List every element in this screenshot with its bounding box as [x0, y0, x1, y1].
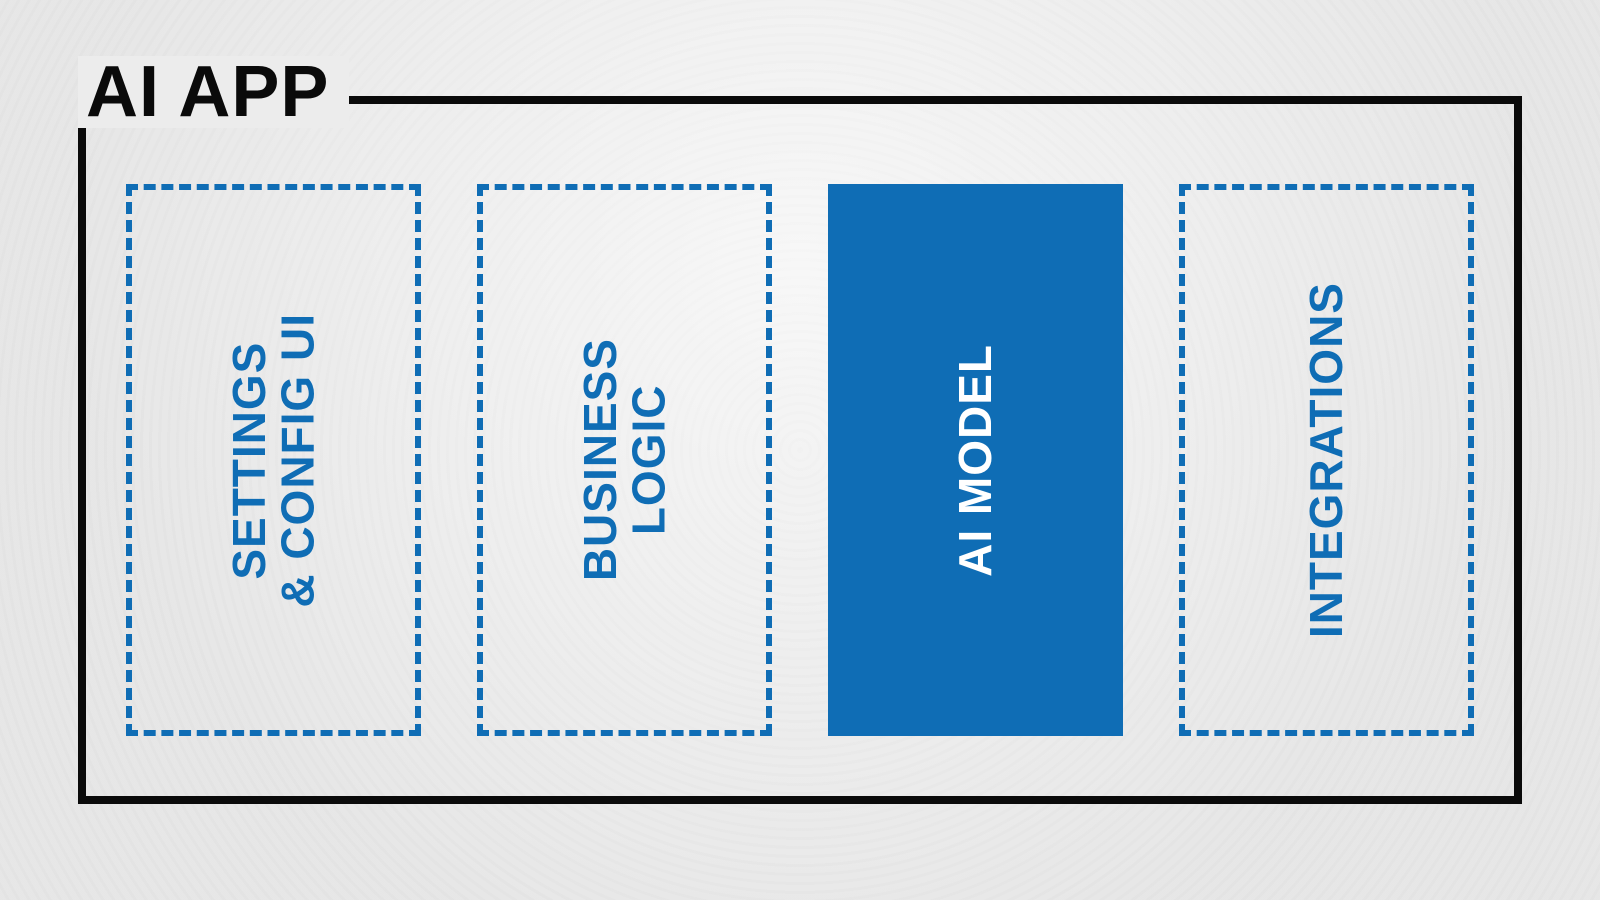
card-label: INTEGRATIONS [1302, 282, 1350, 638]
card-label: BUSINESS LOGIC [576, 338, 673, 581]
card-settings-config-ui: SETTINGS & CONFIG UI [126, 184, 421, 736]
card-business-logic: BUSINESS LOGIC [477, 184, 772, 736]
card-label: SETTINGS & CONFIG UI [225, 313, 322, 608]
cards-row: SETTINGS & CONFIG UI BUSINESS LOGIC AI M… [86, 104, 1514, 796]
card-integrations: INTEGRATIONS [1179, 184, 1474, 736]
app-frame: AI APP SETTINGS & CONFIG UI BUSINESS LOG… [78, 96, 1522, 804]
card-ai-model: AI MODEL [828, 184, 1123, 736]
card-label: AI MODEL [951, 344, 999, 577]
